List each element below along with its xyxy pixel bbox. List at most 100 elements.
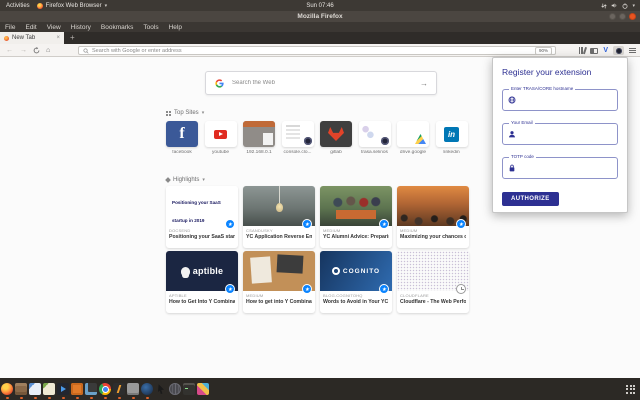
minimize-button[interactable] (609, 13, 616, 20)
url-input[interactable] (92, 47, 535, 54)
chevron-down-icon: ▾ (104, 2, 108, 9)
lock-icon (508, 164, 516, 172)
media-player-icon[interactable] (56, 379, 70, 399)
top-sites-label: Top Sites (174, 110, 199, 116)
email-input[interactable] (520, 130, 617, 138)
top-site-label: facebook (172, 150, 192, 155)
top-site-gitlab[interactable]: gitlab (320, 121, 352, 155)
chrome-icon[interactable] (98, 379, 112, 399)
home-button[interactable]: ⌂ (46, 46, 50, 55)
totp-input[interactable] (520, 164, 617, 172)
phone-app-icon[interactable] (126, 379, 140, 399)
activities-button[interactable]: Activities (6, 3, 30, 9)
network-globe-icon[interactable] (168, 379, 182, 399)
url-bar[interactable]: 90% (78, 46, 556, 55)
tab-new-tab[interactable]: New Tab × (0, 32, 64, 44)
firefox-icon[interactable] (0, 379, 14, 399)
doc-preview-text: Positioning your SaaS startup in 2019 (172, 200, 221, 223)
card-title: How to Get Into Y Combinator ... (169, 299, 235, 305)
email-field[interactable]: Your Email (502, 120, 618, 145)
pointer-tool-icon[interactable] (154, 379, 168, 399)
extension-popup: Register your extension Enter TRASA/CORE… (492, 57, 628, 213)
highlight-card[interactable]: ★ MEDIUM How to get into Y Combinator ..… (243, 251, 315, 313)
zoom-level-button[interactable]: 90% (534, 46, 552, 55)
top-site-trasa[interactable]: trasa.selinos (358, 121, 391, 155)
hamburger-menu-icon[interactable] (629, 48, 636, 53)
v-extension-icon[interactable]: V (603, 46, 608, 55)
authorize-button[interactable]: AUTHORIZE (502, 192, 559, 206)
terminal-icon[interactable] (182, 379, 196, 399)
hostname-input[interactable] (520, 96, 617, 104)
console-page-thumbnail (281, 121, 314, 147)
document-writer-icon[interactable] (28, 379, 42, 399)
menu-help[interactable]: Help (164, 24, 187, 31)
color-plugin-icon[interactable] (196, 379, 210, 399)
show-applications-icon[interactable] (626, 384, 635, 394)
card-source: APTIBLE (169, 293, 187, 298)
top-site-drive[interactable]: drive.google (397, 121, 429, 155)
top-site-youtube[interactable]: youtube (204, 121, 237, 155)
web-search-box[interactable]: → (205, 71, 437, 95)
highlight-card[interactable]: COGNITO ★ BLOG.COGNITOHQ Words to Avoid … (320, 251, 392, 313)
volume-icon[interactable] (611, 2, 618, 9)
menu-edit[interactable]: Edit (20, 24, 41, 31)
highlight-card[interactable]: ★ MEDIUM Maximizing your chances of ge..… (397, 186, 469, 248)
highlight-card[interactable]: ★ MEDIUM YC Alumni Advice: Preparing f..… (320, 186, 392, 248)
new-tab-button[interactable]: + (70, 33, 75, 43)
highlight-card[interactable]: Positioning your SaaS startup in 2019 ★ … (166, 186, 238, 248)
reload-button[interactable] (33, 47, 40, 54)
software-center-icon[interactable] (70, 379, 84, 399)
top-site-facebook[interactable]: f facebook (166, 121, 198, 155)
menu-view[interactable]: View (42, 24, 66, 31)
back-button[interactable]: ← (6, 46, 13, 55)
top-site-label: 192.168.0.1 (246, 150, 272, 155)
library-icon[interactable] (578, 46, 587, 55)
highlight-card[interactable]: CLOUDFLARE Cloudflare - The Web Perform.… (397, 251, 469, 313)
power-app-icon[interactable] (112, 379, 126, 399)
screenshot-tool-icon[interactable] (84, 379, 98, 399)
tab-bar: New Tab × + (0, 32, 640, 44)
file-cabinet-icon[interactable] (14, 379, 28, 399)
tab-close-icon[interactable]: × (56, 35, 60, 41)
search-submit-arrow-icon[interactable]: → (420, 79, 428, 88)
app-menu-button[interactable]: Firefox Web Browser ▾ (36, 2, 108, 9)
top-site-console[interactable]: console.clo... (281, 121, 314, 155)
highlights-icon (165, 177, 171, 183)
highlight-card[interactable]: aptible ★ APTIBLE How to Get Into Y Comb… (166, 251, 238, 313)
menu-tools[interactable]: Tools (138, 24, 163, 31)
bottom-dock (0, 378, 640, 400)
text-editor-icon[interactable] (42, 379, 56, 399)
google-drive-icon (415, 134, 426, 144)
cognito-wordmark: COGNITO (342, 267, 381, 275)
power-icon[interactable] (622, 2, 628, 9)
highlight-card[interactable]: ★ CSANDUSKY YC Application Reverse Engin… (243, 186, 315, 248)
trasa-page-thumbnail (358, 121, 391, 147)
card-source: MEDIUM (323, 228, 341, 233)
sidebar-icon[interactable] (590, 47, 599, 54)
forward-button[interactable]: → (20, 46, 27, 55)
bookmark-star-icon: ★ (456, 219, 466, 229)
hostname-field[interactable]: Enter TRASA/CORE hostname (502, 85, 618, 111)
card-source: CSANDUSKY (246, 228, 273, 233)
top-sites-header[interactable]: Top Sites ▾ (166, 110, 204, 116)
menu-file[interactable]: File (0, 24, 20, 31)
dark-sphere-app-icon[interactable] (140, 379, 154, 399)
top-site-linkedin[interactable]: in linkedin (435, 121, 468, 155)
totp-field[interactable]: TOTP code (502, 154, 618, 179)
trasa-extension-button[interactable] (613, 46, 624, 55)
maximize-button[interactable] (619, 13, 626, 20)
menu-history[interactable]: History (66, 24, 96, 31)
menu-bookmarks[interactable]: Bookmarks (96, 24, 139, 31)
trasa-extension-icon (615, 47, 622, 54)
top-site-router[interactable]: 192.168.0.1 (243, 121, 275, 155)
highlights-header[interactable]: Highlights ▾ (165, 177, 205, 183)
bookmark-star-icon: ★ (225, 219, 235, 229)
google-logo-icon (215, 78, 224, 88)
close-button[interactable] (629, 13, 636, 20)
web-search-input[interactable] (230, 79, 420, 87)
hostname-label: Enter TRASA/CORE hostname (509, 85, 576, 91)
navigation-toolbar: ← → ⌂ 90% V (0, 44, 640, 57)
card-title: How to get into Y Combinator ... (246, 299, 312, 305)
network-icon[interactable] (601, 3, 608, 9)
youtube-play-icon (214, 129, 227, 139)
